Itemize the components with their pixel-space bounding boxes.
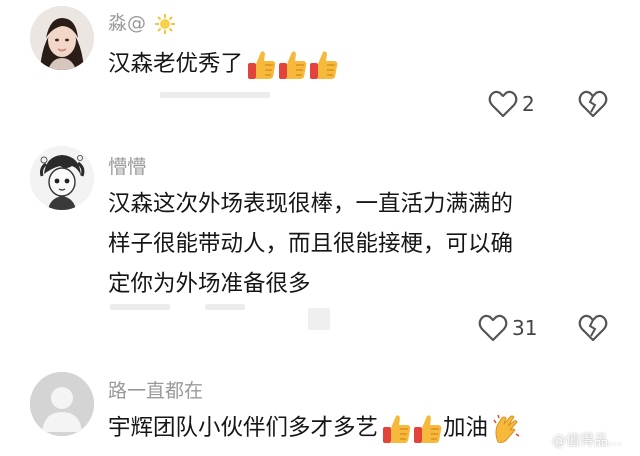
username[interactable]: 路一直都在 (108, 376, 203, 403)
divider (160, 92, 270, 98)
thumbs-up-icon (413, 413, 443, 445)
like-count: 2 (522, 92, 535, 116)
thumbs-up-icon (247, 49, 277, 81)
dislike-button[interactable] (578, 314, 608, 342)
comment-text-line: 样子很能带动人，而且很能接梗，可以确 (108, 231, 514, 257)
thumbs-up-icon (382, 413, 412, 445)
heart-icon (478, 314, 508, 342)
like-button[interactable]: 31 (478, 314, 537, 342)
avatar-illustration (30, 146, 94, 210)
divider (205, 304, 245, 310)
comment-text-line: 定你为外场准备很多 (108, 271, 311, 297)
broken-heart-icon (578, 90, 608, 118)
default-avatar-icon (30, 372, 94, 436)
comment-text-body: 汉森老优秀了 (108, 51, 244, 77)
thumbs-up-icon (278, 49, 308, 81)
comment-text-line: 汉森这次外场表现很棒，一直活力满满的 (108, 191, 514, 217)
avatar[interactable] (30, 372, 94, 436)
username-text: 懵懵 (108, 156, 147, 178)
thumbs-up-icon (309, 49, 339, 81)
comment-text: 汉森老优秀了 (108, 44, 608, 84)
like-button[interactable]: 2 (488, 90, 535, 118)
username[interactable]: 懵懵 (108, 152, 146, 179)
heart-icon (488, 90, 518, 118)
comment-text: 宇辉团队小伙伴们多才多艺 加油 (108, 408, 608, 448)
avatar-photo (30, 6, 94, 70)
comment-text: 汉森这次外场表现很棒，一直活力满满的 样子很能带动人，而且很能接梗，可以确 定你… (108, 184, 608, 304)
avatar[interactable] (30, 146, 94, 210)
like-count: 31 (512, 316, 538, 340)
username-text: 淼@ (108, 12, 147, 34)
clapping-hands-icon (492, 414, 520, 444)
comment-item: 路一直都在 宇辉团队小伙伴们多才多艺 加油 (0, 364, 640, 456)
comment-item: 淼@ 汉森老优秀了 2 (0, 0, 640, 130)
emoji-group (247, 49, 339, 81)
comment-text-suffix: 加油 (443, 415, 489, 441)
broken-heart-icon (578, 314, 608, 342)
dislike-button[interactable] (578, 90, 608, 118)
divider (110, 304, 170, 310)
emoji-group (382, 413, 443, 445)
divider (308, 308, 330, 330)
comment-text-body: 宇辉团队小伙伴们多才多艺 (108, 415, 379, 441)
username-text: 路一直都在 (108, 380, 204, 402)
username[interactable]: 淼@ (108, 8, 176, 35)
comment-item: 懵懵 汉森这次外场表现很棒，一直活力满满的 样子很能带动人，而且很能接梗，可以确… (0, 140, 640, 355)
avatar[interactable] (30, 6, 94, 70)
sun-icon (154, 13, 176, 35)
watermark-text: @值得品… (552, 433, 622, 449)
